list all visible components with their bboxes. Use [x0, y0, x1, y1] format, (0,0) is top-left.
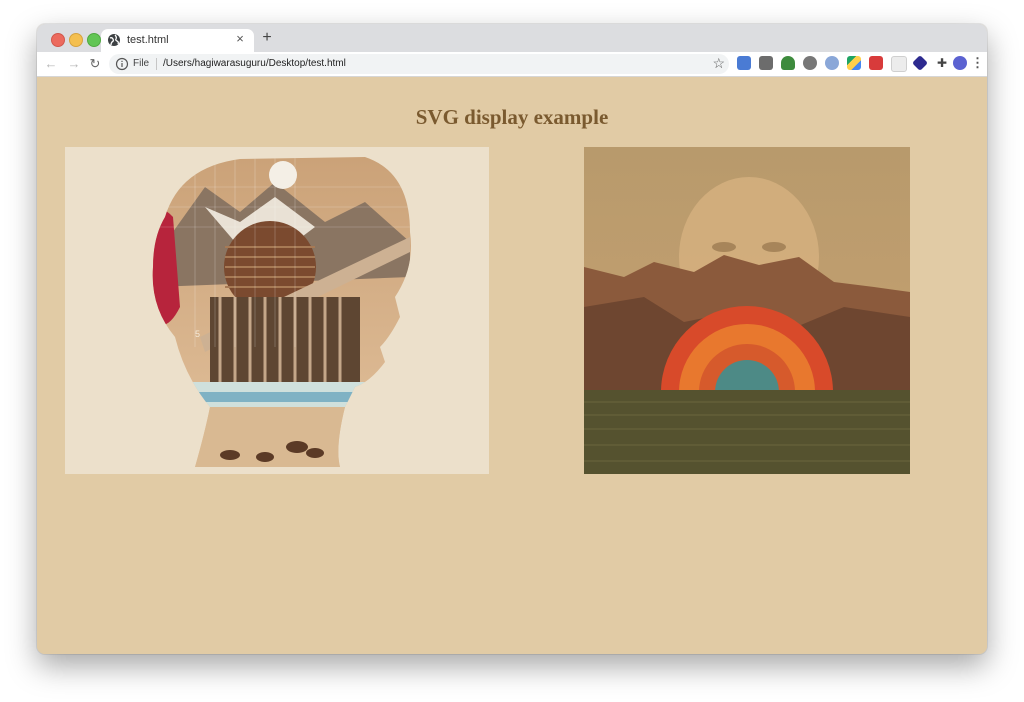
- square-icon[interactable]: [891, 56, 907, 72]
- address-separator: [156, 58, 157, 70]
- collage-head-silhouette-image: 5: [65, 147, 489, 474]
- tab-test-html[interactable]: test.html ×: [101, 29, 254, 52]
- globe-icon: [108, 34, 120, 46]
- forward-arrow-icon[interactable]: →: [66, 56, 82, 72]
- collage-number-label: 5: [195, 329, 200, 339]
- close-tab-icon[interactable]: ×: [232, 31, 248, 47]
- info-icon[interactable]: [115, 57, 129, 71]
- address-bar[interactable]: File /Users/hagiwarasuguru/Desktop/test.…: [109, 54, 729, 74]
- tab-strip: test.html × +: [37, 24, 987, 52]
- new-tab-button[interactable]: +: [259, 30, 275, 46]
- page-content: SVG display example 5: [37, 77, 987, 654]
- url-text[interactable]: /Users/hagiwarasuguru/Desktop/test.html: [163, 58, 346, 69]
- profile-avatar[interactable]: [953, 56, 967, 70]
- stack-icon[interactable]: [912, 55, 928, 71]
- puzzle-icon[interactable]: ✚: [935, 56, 949, 70]
- drive-icon[interactable]: [847, 56, 861, 70]
- minimize-window-button[interactable]: [69, 33, 83, 47]
- reload-icon[interactable]: ↻: [87, 56, 103, 72]
- bookmark-star-icon[interactable]: ☆: [712, 55, 725, 71]
- tab-title: test.html: [127, 34, 169, 46]
- browser-window: test.html × + ← → ↻ File /Users/hagiwara…: [37, 24, 987, 654]
- docs-icon[interactable]: [869, 56, 883, 70]
- browser-toolbar: ← → ↻ File /Users/hagiwarasuguru/Desktop…: [37, 52, 987, 77]
- robot-icon[interactable]: [803, 56, 817, 70]
- menu-dots-icon[interactable]: ⋮: [971, 55, 984, 71]
- maximize-window-button[interactable]: [87, 33, 101, 47]
- scheme-label: File: [133, 58, 150, 69]
- tag-icon[interactable]: [759, 56, 773, 70]
- translate-icon[interactable]: [737, 56, 751, 70]
- plant-icon[interactable]: [781, 56, 795, 70]
- circle-icon[interactable]: [825, 56, 839, 70]
- close-window-button[interactable]: [51, 33, 65, 47]
- collage-face-mountain-sunset-image: [584, 147, 910, 474]
- back-arrow-icon[interactable]: ←: [43, 56, 59, 72]
- page-title: SVG display example: [415, 105, 609, 130]
